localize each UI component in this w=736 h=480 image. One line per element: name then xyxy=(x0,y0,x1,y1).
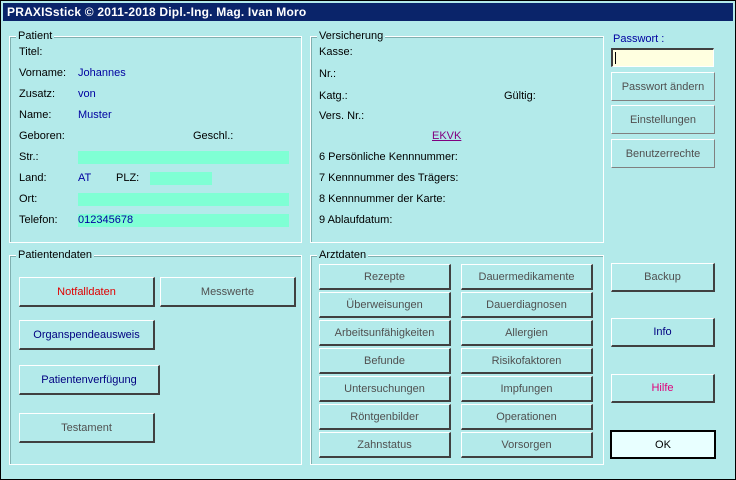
messwerte-button[interactable]: Messwerte xyxy=(160,277,296,307)
risikofaktoren-button[interactable]: Risikofaktoren xyxy=(461,348,593,374)
telefon-field[interactable]: 012345678 xyxy=(78,214,289,227)
ueberweisungen-button[interactable]: Überweisungen xyxy=(319,292,451,318)
dauermedikamente-button[interactable]: Dauermedikamente xyxy=(461,264,593,290)
hilfe-button[interactable]: Hilfe xyxy=(611,374,715,403)
ort-field[interactable] xyxy=(78,193,289,206)
notfalldaten-button[interactable]: Notfalldaten xyxy=(19,277,155,307)
vorsorgen-button[interactable]: Vorsorgen xyxy=(461,432,593,458)
kasse-label: Kasse: xyxy=(319,46,353,58)
nr-label: Nr.: xyxy=(319,68,337,80)
title-bar: PRAXISstick © 2011-2018 Dipl.-Ing. Mag. … xyxy=(3,3,733,21)
change-password-button[interactable]: Passwort ändern xyxy=(611,72,715,101)
land-value: AT xyxy=(78,172,92,184)
ablaufdatum-label: 9 Ablaufdatum: xyxy=(319,214,393,226)
plz-label: PLZ: xyxy=(116,172,140,184)
user-rights-button[interactable]: Benutzerrechte xyxy=(611,139,715,168)
password-input[interactable] xyxy=(611,48,714,67)
main-window: PRAXISstick © 2011-2018 Dipl.-Ing. Mag. … xyxy=(0,0,736,480)
dauerdiagnosen-button[interactable]: Dauerdiagnosen xyxy=(461,292,593,318)
arbeitsunfaehigkeiten-button[interactable]: Arbeitsunfähigkeiten xyxy=(319,320,451,346)
testament-button[interactable]: Testament xyxy=(19,413,155,443)
name-value: Muster xyxy=(78,109,112,121)
ort-label: Ort: xyxy=(19,193,38,205)
land-label: Land: xyxy=(19,172,47,184)
street-field[interactable] xyxy=(78,151,289,164)
roentgenbilder-button[interactable]: Röntgenbilder xyxy=(319,404,451,430)
geboren-label: Geboren: xyxy=(19,130,65,142)
text-caret xyxy=(615,52,616,64)
impfungen-button[interactable]: Impfungen xyxy=(461,376,593,402)
passwort-label: Passwort : xyxy=(613,33,665,45)
operationen-button[interactable]: Operationen xyxy=(461,404,593,430)
telefon-label: Telefon: xyxy=(19,214,58,226)
arztdaten-group-legend: Arztdaten xyxy=(317,249,369,261)
versnr-label: Vers. Nr.: xyxy=(319,110,365,122)
katg-label: Katg.: xyxy=(319,90,348,102)
geschl-label: Geschl.: xyxy=(193,130,234,142)
titel-label: Titel: xyxy=(19,46,43,58)
str-label: Str.: xyxy=(19,151,39,163)
versicherung-group-legend: Versicherung xyxy=(317,30,386,42)
zusatz-value: von xyxy=(78,88,96,100)
plz-field[interactable] xyxy=(150,172,212,185)
patientenverfuegung-button[interactable]: Patientenverfügung xyxy=(19,365,160,395)
kennnummer-persoenlich-label: 6 Persönliche Kennnummer: xyxy=(319,151,458,163)
info-button[interactable]: Info xyxy=(611,318,715,347)
backup-button[interactable]: Backup xyxy=(611,263,715,292)
settings-button[interactable]: Einstellungen xyxy=(611,105,715,134)
untersuchungen-button[interactable]: Untersuchungen xyxy=(319,376,451,402)
gueltig-label: Gültig: xyxy=(504,90,536,102)
patient-group-legend: Patient xyxy=(16,30,55,42)
ok-button[interactable]: OK xyxy=(610,430,716,459)
kennnummer-karte-label: 8 Kennnummer der Karte: xyxy=(319,193,446,205)
vorname-label: Vorname: xyxy=(19,67,67,79)
vorname-value: Johannes xyxy=(78,67,126,79)
patientendaten-group-legend: Patientendaten xyxy=(16,249,95,261)
zahnstatus-button[interactable]: Zahnstatus xyxy=(319,432,451,458)
zusatz-label: Zusatz: xyxy=(19,88,56,100)
ekvk-link[interactable]: EKVK xyxy=(432,130,461,142)
befunde-button[interactable]: Befunde xyxy=(319,348,451,374)
kennnummer-traeger-label: 7 Kennnummer des Trägers: xyxy=(319,172,459,184)
name-label: Name: xyxy=(19,109,52,121)
organspendeausweis-button[interactable]: Organspendeausweis xyxy=(19,320,155,350)
rezepte-button[interactable]: Rezepte xyxy=(319,264,451,290)
allergien-button[interactable]: Allergien xyxy=(461,320,593,346)
